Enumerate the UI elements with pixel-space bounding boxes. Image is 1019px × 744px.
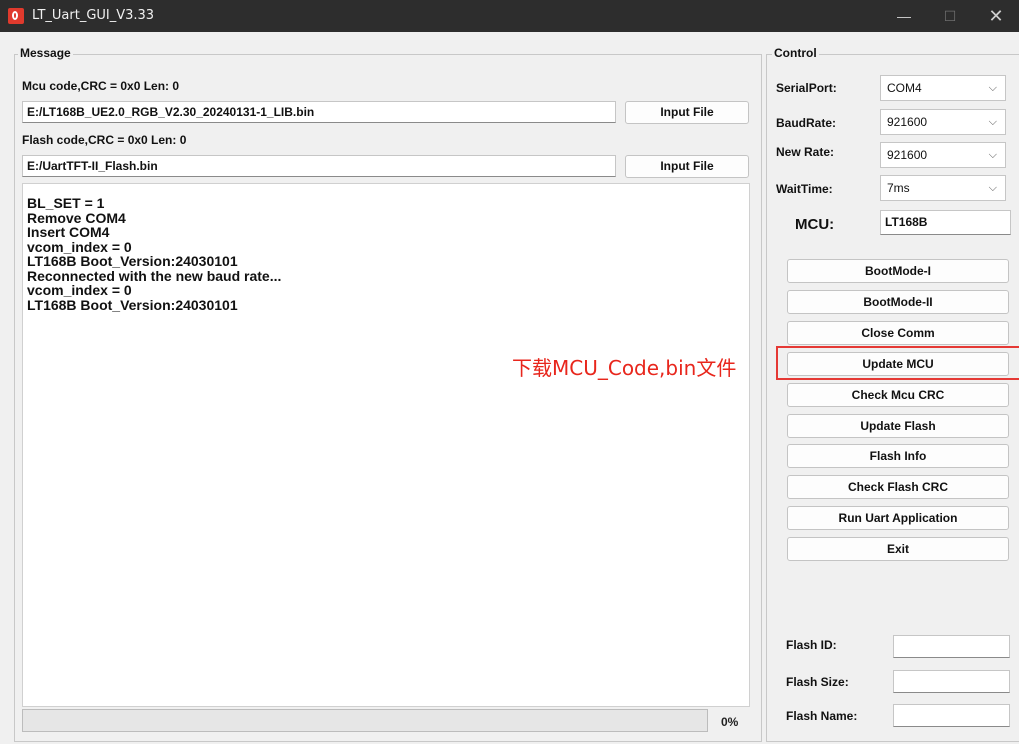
log-line: Insert COM4 <box>27 224 110 240</box>
wait-time-value: 7ms <box>887 181 910 195</box>
exit-button[interactable]: Exit <box>787 537 1009 562</box>
app-window: LT_Uart_GUI_V3.33 — ☐ ✕ Message Mcu code… <box>0 0 1019 744</box>
log-line: Remove COM4 <box>27 209 126 226</box>
flash-file-path-field[interactable]: E:/UartTFT-II_Flash.bin <box>22 155 616 177</box>
new-rate-select[interactable]: 921600 ⌵ <box>880 142 1006 168</box>
baud-rate-label: BaudRate: <box>776 116 837 130</box>
message-log[interactable]: BL_SET = 1 Remove COM4 Insert COM4 vcom_ind… <box>22 183 750 707</box>
mcu-file-path-field[interactable]: E:/LT168B_UE2.0_RGB_V2.30_20240131-1_LIB… <box>22 101 616 123</box>
close-comm-button[interactable]: Close Comm <box>787 320 1009 345</box>
message-group-label: Message <box>18 46 73 60</box>
flash-id-label: Flash ID: <box>786 638 837 652</box>
progress-percent: 0% <box>721 715 739 729</box>
new-rate-value: 921600 <box>887 148 928 162</box>
chevron-down-icon: ⌵ <box>988 116 997 128</box>
flash-name-label: Flash Name: <box>786 709 858 723</box>
flash-code-label: Flash code,CRC = 0x0 Len: 0 <box>22 133 187 147</box>
wait-time-label: WaitTime: <box>776 182 833 196</box>
control-group-label: Control <box>772 46 819 60</box>
chevron-down-icon: ⌵ <box>988 182 997 194</box>
flash-info-button[interactable]: Flash Info <box>787 444 1009 469</box>
mcu-input-file-button[interactable]: Input File <box>625 101 749 124</box>
log-line: Reconnected with the new baud rate... <box>27 267 282 284</box>
log-line: LT168B Boot_Version:24030101 <box>27 296 238 313</box>
flash-input-file-button[interactable]: Input File <box>625 155 749 178</box>
log-line: vcom_index = 0 <box>27 282 132 298</box>
serial-port-select[interactable]: COM4 ⌵ <box>880 75 1006 101</box>
flash-size-label: Flash Size: <box>786 675 849 689</box>
log-line: BL_SET = 1 <box>27 195 105 211</box>
annotation-highlight-box <box>776 346 1019 380</box>
new-rate-label: New Rate: <box>776 145 835 159</box>
annotation-text: 下载MCU_Code,bin文件 <box>512 356 737 380</box>
baud-rate-select[interactable]: 921600 ⌵ <box>880 109 1006 135</box>
mcu-code-label: Mcu code,CRC = 0x0 Len: 0 <box>22 79 180 93</box>
bootmode-1-button[interactable]: BootMode-I <box>787 259 1009 283</box>
app-logo-icon <box>8 8 24 24</box>
mcu-value-field[interactable]: LT168B <box>880 210 1011 235</box>
log-line: LT168B Boot_Version:24030101 <box>27 253 238 269</box>
log-line: vcom_index = 0 <box>27 238 132 255</box>
check-flash-crc-button[interactable]: Check Flash CRC <box>787 475 1009 500</box>
flash-name-field[interactable] <box>893 704 1010 727</box>
wait-time-select[interactable]: 7ms ⌵ <box>880 175 1006 201</box>
progress-bar <box>22 709 708 732</box>
mcu-label: MCU: <box>795 216 835 233</box>
chevron-down-icon: ⌵ <box>988 82 997 94</box>
flash-id-field[interactable] <box>893 635 1010 658</box>
bootmode-2-button[interactable]: BootMode-II <box>787 289 1009 314</box>
title-bar[interactable]: LT_Uart_GUI_V3.33 — ☐ ✕ <box>0 0 1019 32</box>
baud-rate-value: 921600 <box>887 115 928 129</box>
run-uart-application-button[interactable]: Run Uart Application <box>787 506 1009 531</box>
check-mcu-crc-button[interactable]: Check Mcu CRC <box>787 382 1009 407</box>
update-flash-button[interactable]: Update Flash <box>787 413 1009 438</box>
maximize-icon[interactable]: ☐ <box>927 0 973 32</box>
serial-port-value: COM4 <box>887 81 922 95</box>
close-icon[interactable]: ✕ <box>973 0 1019 32</box>
window-title: LT_Uart_GUI_V3.33 <box>32 8 155 23</box>
flash-size-field[interactable] <box>893 670 1010 693</box>
serial-port-label: SerialPort: <box>776 81 837 95</box>
minimize-icon[interactable]: — <box>881 0 927 32</box>
chevron-down-icon: ⌵ <box>988 149 997 161</box>
